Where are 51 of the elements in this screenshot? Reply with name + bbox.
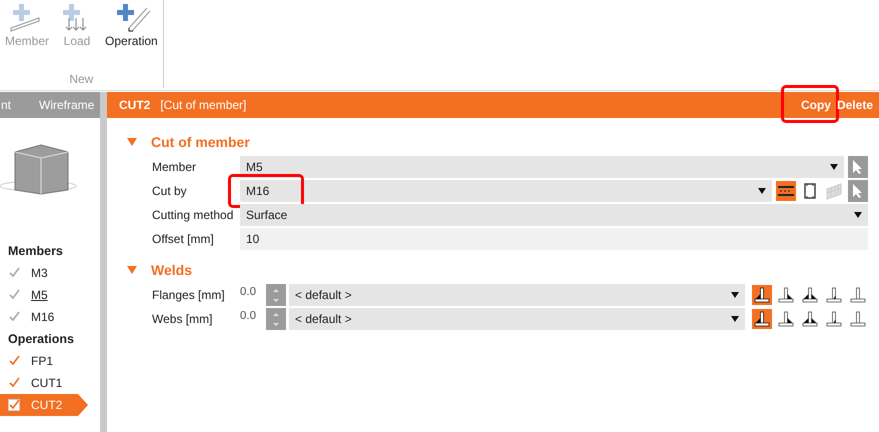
pick-button[interactable]	[848, 156, 868, 178]
none-weld-button[interactable]	[848, 309, 868, 329]
dropdown-arrow-icon	[731, 316, 739, 322]
dropdown-arrow-icon	[830, 164, 838, 170]
double-weld-button[interactable]	[800, 285, 820, 305]
field-label: Cutting method	[152, 208, 234, 222]
input-field[interactable]: 10	[240, 228, 868, 250]
group-label: New	[69, 72, 94, 86]
dropdown-arrow-icon	[731, 292, 739, 298]
dropdown-field[interactable]: < default >	[289, 284, 745, 306]
spinner-button[interactable]	[266, 308, 286, 330]
thickness-value: 0.0	[240, 285, 257, 298]
cursor-icon	[852, 183, 864, 199]
dropdown-field[interactable]: < default >	[289, 308, 745, 330]
inner-weld-button[interactable]	[824, 309, 844, 329]
left-weld-button[interactable]	[752, 285, 772, 305]
dropdown-field[interactable]: Surface	[240, 204, 868, 226]
left-weld-button[interactable]	[752, 309, 772, 329]
dropdown-arrow-icon	[854, 212, 862, 218]
checkbox-icon[interactable]	[8, 399, 20, 411]
collapse-arrow-icon[interactable]	[127, 138, 137, 146]
member-cut-button[interactable]	[776, 181, 796, 201]
tree-item[interactable]: FP1	[0, 350, 88, 372]
tree-item[interactable]: CUT1	[0, 372, 88, 394]
group-heading: Members	[7, 243, 64, 260]
pick-button[interactable]	[848, 180, 868, 202]
dropdown-field[interactable]: M16	[240, 180, 772, 202]
field-label: Webs [mm]	[152, 312, 214, 326]
item-type: [Cut of member]	[160, 98, 246, 112]
operation-button[interactable]: Operation	[104, 0, 159, 50]
right-weld-button[interactable]	[776, 285, 796, 305]
none-weld-button[interactable]	[848, 285, 868, 305]
field-label: Offset [mm]	[152, 232, 215, 246]
section-title: Cut of member	[151, 134, 250, 150]
cursor-icon	[852, 159, 864, 175]
section-title: Welds	[151, 262, 192, 278]
double-weld-button[interactable]	[800, 309, 820, 329]
collapse-arrow-icon[interactable]	[127, 266, 137, 274]
group-heading: Operations	[7, 331, 75, 348]
checkbox-icon[interactable]	[8, 355, 20, 367]
right-weld-button[interactable]	[776, 309, 796, 329]
field-label: Cut by	[152, 184, 188, 198]
field-label: Member	[152, 160, 198, 174]
item-name: CUT2	[119, 98, 150, 112]
dropdown-arrow-icon	[758, 188, 766, 194]
inner-weld-button[interactable]	[824, 285, 844, 305]
checkbox-icon[interactable]	[8, 377, 20, 389]
thickness-value: 0.0	[240, 309, 257, 322]
field-label: Flanges [mm]	[152, 288, 226, 302]
dropdown-field[interactable]: M5	[240, 156, 844, 178]
spinner-button[interactable]	[266, 284, 286, 306]
